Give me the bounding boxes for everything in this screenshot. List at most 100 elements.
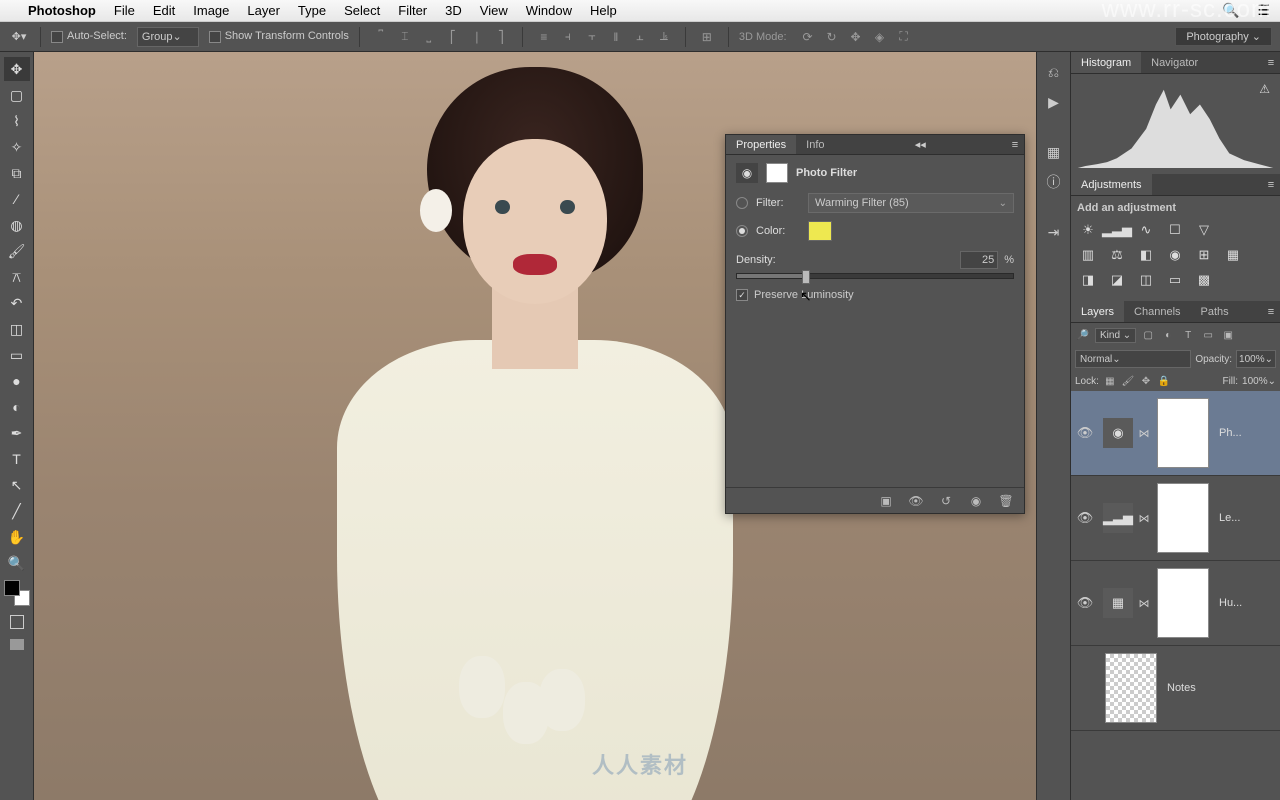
blend-mode-dropdown[interactable]: Normal ⌄: [1075, 350, 1191, 368]
filter-shape-icon[interactable]: ▭: [1200, 327, 1216, 343]
bw-icon[interactable]: ◧: [1135, 245, 1157, 265]
healing-brush-tool[interactable]: ◍: [4, 213, 30, 237]
align-hcenter-icon[interactable]: ∣: [466, 27, 488, 47]
dist-vc-icon[interactable]: ⫞: [557, 27, 579, 47]
hand-tool[interactable]: ✋: [4, 525, 30, 549]
histogram-warning-icon[interactable]: ⚠: [1259, 82, 1270, 96]
tab-properties[interactable]: Properties: [726, 135, 796, 154]
panel-collapse-icon[interactable]: ◂◂: [911, 135, 929, 154]
layer-adjustment-thumb[interactable]: ▂▃▅: [1103, 503, 1133, 533]
dist-top-icon[interactable]: ≡: [533, 27, 555, 47]
layer-row[interactable]: Notes: [1071, 646, 1280, 731]
arrange-panel-icon[interactable]: ⇥: [1041, 220, 1067, 244]
magic-wand-tool[interactable]: ✧: [4, 135, 30, 159]
mask-thumb-icon[interactable]: [766, 163, 788, 183]
gradient-map-icon[interactable]: ▭: [1164, 270, 1186, 290]
curves-icon[interactable]: ∿: [1135, 220, 1157, 240]
layer-row[interactable]: 👁▦ ⋈ Hu...: [1071, 561, 1280, 646]
clone-stamp-tool[interactable]: ⚻: [4, 265, 30, 289]
layer-row[interactable]: 👁◉⋈Ph...: [1071, 391, 1280, 476]
panel-menu-icon[interactable]: ≡: [1262, 301, 1280, 322]
align-vcenter-icon[interactable]: ⌶: [394, 27, 416, 47]
pen-tool[interactable]: ✒: [4, 421, 30, 445]
type-tool[interactable]: T: [4, 447, 30, 471]
panel-menu-icon[interactable]: ≡: [1262, 174, 1280, 195]
menu-select[interactable]: Select: [344, 3, 380, 18]
opacity-input[interactable]: 100%⌄: [1236, 350, 1276, 368]
pan-icon[interactable]: ✥: [845, 27, 867, 47]
dodge-tool[interactable]: ◐: [4, 395, 30, 419]
auto-select-dropdown[interactable]: Group ⌄: [137, 27, 199, 47]
layer-name[interactable]: Hu...: [1215, 597, 1280, 609]
density-slider[interactable]: [736, 273, 1014, 279]
tab-channels[interactable]: Channels: [1124, 301, 1190, 322]
photo-filter-adj-icon[interactable]: ◉: [736, 163, 758, 183]
properties-panel[interactable]: Properties Info ◂◂ ≡ ◉ Photo Filter Filt…: [725, 134, 1025, 514]
filter-kind-dropdown[interactable]: Kind ⌄: [1095, 328, 1136, 343]
lasso-tool[interactable]: ⌇: [4, 109, 30, 133]
slide-icon[interactable]: ◈: [869, 27, 891, 47]
dist-left-icon[interactable]: ‖: [605, 27, 627, 47]
eyedropper-tool[interactable]: ⁄: [4, 187, 30, 211]
color-balance-icon[interactable]: ⚖: [1106, 245, 1128, 265]
brush-tool[interactable]: 🖌: [4, 239, 30, 263]
menu-type[interactable]: Type: [298, 3, 326, 18]
menu-help[interactable]: Help: [590, 3, 617, 18]
path-select-tool[interactable]: ↖: [4, 473, 30, 497]
color-radio[interactable]: [736, 225, 748, 237]
preserve-luminosity-checkbox[interactable]: ✓: [736, 289, 748, 301]
swatches-panel-icon[interactable]: ▦: [1041, 140, 1067, 164]
align-left-icon[interactable]: ⎡: [442, 27, 464, 47]
slider-handle[interactable]: [802, 270, 810, 284]
info-panel-icon[interactable]: ⓘ: [1041, 170, 1067, 194]
layer-link-icon[interactable]: ⋈: [1137, 597, 1151, 610]
line-tool[interactable]: ╱: [4, 499, 30, 523]
clip-to-layer-icon[interactable]: ▣: [876, 494, 896, 508]
menu-view[interactable]: View: [480, 3, 508, 18]
screen-mode-button[interactable]: [4, 634, 30, 654]
toggle-visibility-icon[interactable]: ◉: [966, 494, 986, 508]
filter-pixel-icon[interactable]: ▢: [1140, 327, 1156, 343]
menu-filter[interactable]: Filter: [398, 3, 427, 18]
crop-tool[interactable]: ⧉: [4, 161, 30, 185]
layer-name[interactable]: Le...: [1215, 512, 1280, 524]
tab-adjustments[interactable]: Adjustments: [1071, 174, 1152, 195]
layer-name[interactable]: Ph...: [1215, 427, 1280, 439]
move-tool-indicator[interactable]: ✥▾: [8, 27, 30, 47]
layer-mask-thumb[interactable]: [1157, 398, 1209, 468]
auto-select-checkbox[interactable]: Auto-Select:: [51, 30, 127, 42]
orbit-icon[interactable]: ⟳: [797, 27, 819, 47]
layer-visibility-icon[interactable]: 👁: [1071, 510, 1099, 526]
vibrance-icon[interactable]: ▽: [1193, 220, 1215, 240]
layer-mask-thumb[interactable]: [1157, 483, 1209, 553]
move-tool[interactable]: ✥: [4, 57, 30, 81]
marquee-tool[interactable]: ▢: [4, 83, 30, 107]
blur-tool[interactable]: ●: [4, 369, 30, 393]
lock-image-icon[interactable]: 🖌: [1121, 374, 1135, 388]
layer-adjustment-thumb[interactable]: ▦: [1103, 588, 1133, 618]
posterize-icon[interactable]: ◪: [1106, 270, 1128, 290]
align-bottom-icon[interactable]: ⎵: [418, 27, 440, 47]
gradient-tool[interactable]: ▭: [4, 343, 30, 367]
foreground-color-swatch[interactable]: [4, 580, 20, 596]
align-top-icon[interactable]: ⎴: [370, 27, 392, 47]
dist-bot-icon[interactable]: ⫟: [581, 27, 603, 47]
layer-row[interactable]: 👁▂▃▅⋈Le...: [1071, 476, 1280, 561]
channel-mixer-icon[interactable]: ⊞: [1193, 245, 1215, 265]
layer-visibility-icon[interactable]: 👁: [1071, 595, 1099, 611]
menu-image[interactable]: Image: [193, 3, 229, 18]
hue-saturation-icon[interactable]: ▥: [1077, 245, 1099, 265]
eraser-tool[interactable]: ◫: [4, 317, 30, 341]
layer-mask-thumb[interactable]: [1157, 568, 1209, 638]
dist-hc-icon[interactable]: ⫠: [629, 27, 651, 47]
menu-edit[interactable]: Edit: [153, 3, 175, 18]
lock-transparency-icon[interactable]: ▦: [1103, 374, 1117, 388]
filter-radio[interactable]: [736, 197, 748, 209]
color-lookup-icon[interactable]: ▦: [1222, 245, 1244, 265]
levels-icon[interactable]: ▂▃▅: [1106, 220, 1128, 240]
lock-all-icon[interactable]: 🔒: [1157, 374, 1171, 388]
threshold-icon[interactable]: ◫: [1135, 270, 1157, 290]
layer-adjustment-thumb[interactable]: ◉: [1103, 418, 1133, 448]
layer-mask-thumb[interactable]: [1105, 653, 1157, 723]
history-brush-tool[interactable]: ↶: [4, 291, 30, 315]
